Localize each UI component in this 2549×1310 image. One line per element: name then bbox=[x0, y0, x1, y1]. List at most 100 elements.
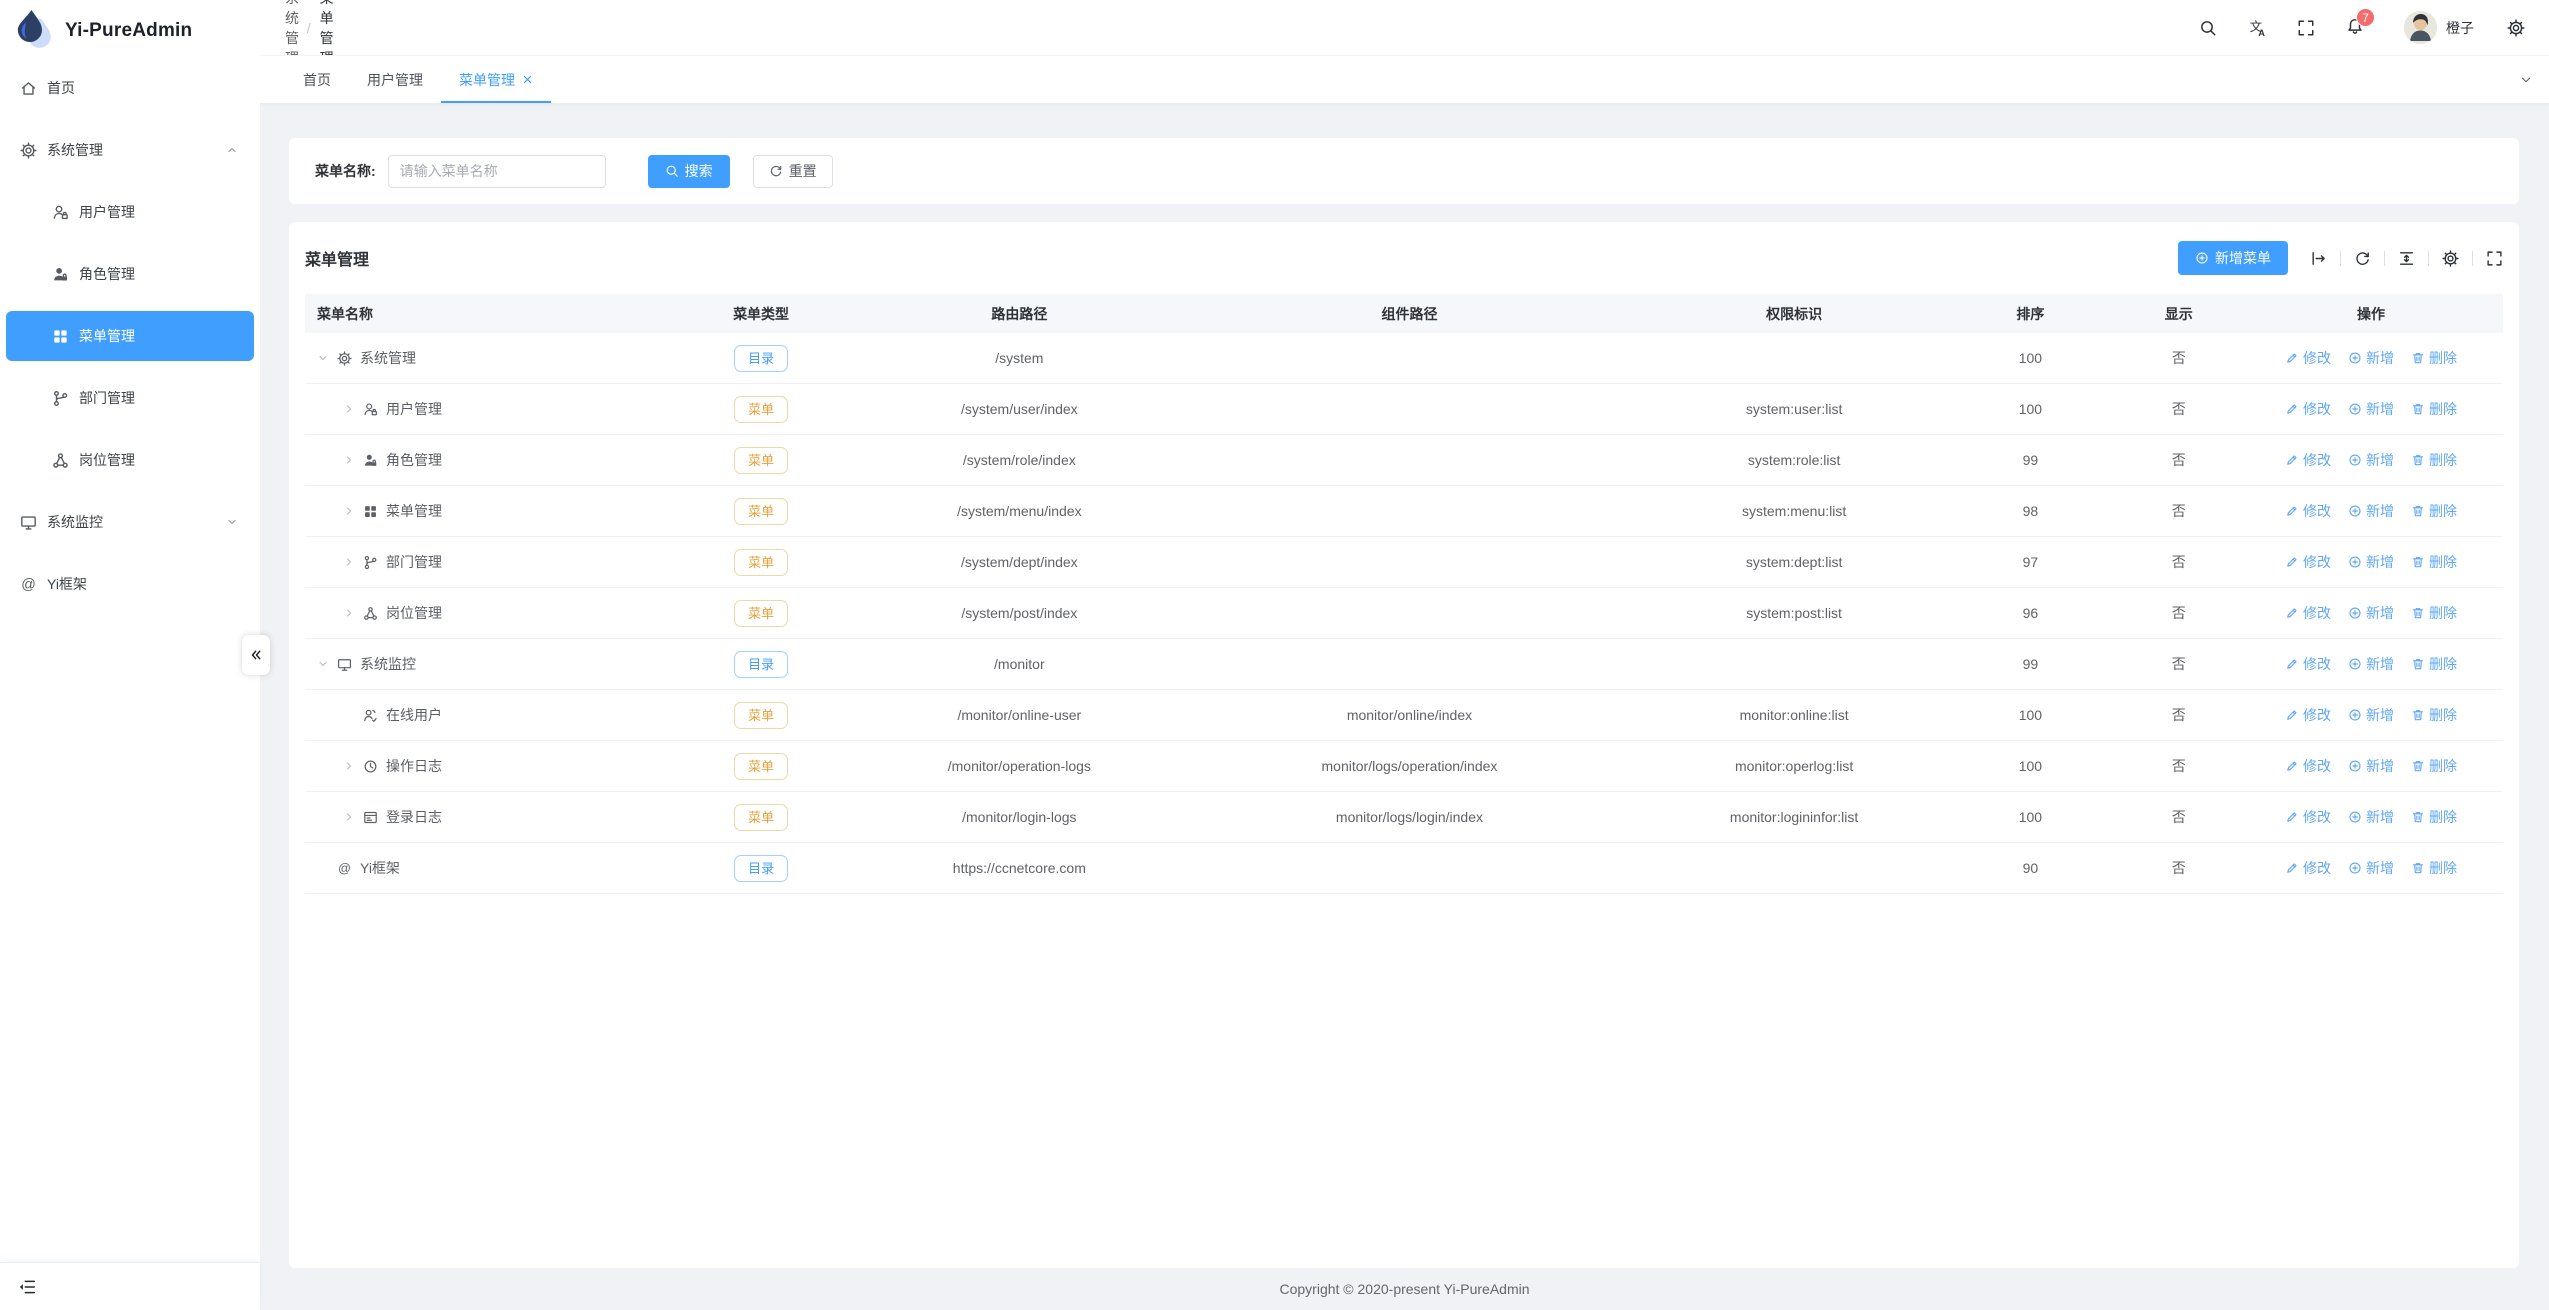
add-link[interactable]: 新增 bbox=[2348, 807, 2394, 827]
table-body: 系统管理 目录 /system 100 否 修改 新增 删除 用户管理 菜单 /… bbox=[305, 333, 2503, 894]
edit-link[interactable]: 修改 bbox=[2285, 654, 2331, 674]
add-link[interactable]: 新增 bbox=[2348, 654, 2394, 674]
monitor-icon bbox=[20, 514, 37, 531]
show-flag: 否 bbox=[2118, 705, 2239, 725]
add-link[interactable]: 新增 bbox=[2348, 603, 2394, 623]
expandcol-icon[interactable] bbox=[2310, 250, 2327, 267]
delete-link[interactable]: 删除 bbox=[2411, 858, 2457, 878]
tabs-more-chevron-icon[interactable] bbox=[2519, 73, 2533, 87]
delete-link[interactable]: 删除 bbox=[2411, 756, 2457, 776]
search-icon[interactable] bbox=[2199, 19, 2217, 37]
sidebar-item-yi[interactable]: @ Yi框架 bbox=[6, 559, 254, 609]
add-link[interactable]: 新增 bbox=[2348, 501, 2394, 521]
show-flag: 否 bbox=[2118, 654, 2239, 674]
menu-name-input[interactable] bbox=[388, 155, 606, 188]
tab-用户管理[interactable]: 用户管理 bbox=[349, 56, 441, 103]
table-row[interactable]: 用户管理 菜单 /system/user/index system:user:l… bbox=[305, 384, 2503, 435]
tab-label: 菜单管理 bbox=[459, 70, 515, 90]
delete-link[interactable]: 删除 bbox=[2411, 450, 2457, 470]
tree-expand-icon[interactable] bbox=[343, 760, 355, 772]
edit-link[interactable]: 修改 bbox=[2285, 348, 2331, 368]
delete-link[interactable]: 删除 bbox=[2411, 501, 2457, 521]
edit-link[interactable]: 修改 bbox=[2285, 858, 2331, 878]
gear-icon[interactable] bbox=[2442, 250, 2459, 267]
table-row[interactable]: 部门管理 菜单 /system/dept/index system:dept:l… bbox=[305, 537, 2503, 588]
add-link[interactable]: 新增 bbox=[2348, 552, 2394, 572]
edit-link[interactable]: 修改 bbox=[2285, 603, 2331, 623]
sort-value: 98 bbox=[1942, 503, 2118, 519]
fullscreen-icon[interactable] bbox=[2297, 19, 2315, 37]
tab-首页[interactable]: 首页 bbox=[285, 56, 349, 103]
delete-link[interactable]: 删除 bbox=[2411, 705, 2457, 725]
edit-link[interactable]: 修改 bbox=[2285, 552, 2331, 572]
tree-expand-icon[interactable] bbox=[343, 709, 355, 721]
tree-expand-icon[interactable] bbox=[317, 352, 329, 364]
column-header: 权限标识 bbox=[1646, 304, 1943, 324]
avatar[interactable] bbox=[2404, 11, 2437, 44]
delete-link[interactable]: 删除 bbox=[2411, 807, 2457, 827]
table-row[interactable]: 菜单管理 菜单 /system/menu/index system:menu:l… bbox=[305, 486, 2503, 537]
tree-expand-icon[interactable] bbox=[343, 811, 355, 823]
fullscreen-icon[interactable] bbox=[2486, 250, 2503, 267]
tree-expand-icon[interactable] bbox=[343, 454, 355, 466]
edit-link[interactable]: 修改 bbox=[2285, 450, 2331, 470]
tree-expand-icon[interactable] bbox=[343, 556, 355, 568]
add-link[interactable]: 新增 bbox=[2348, 858, 2394, 878]
svg-text:A: A bbox=[2258, 27, 2265, 36]
translate-icon[interactable]: 文A bbox=[2248, 19, 2266, 37]
edit-link[interactable]: 修改 bbox=[2285, 705, 2331, 725]
delete-link[interactable]: 删除 bbox=[2411, 603, 2457, 623]
search-button[interactable]: 搜索 bbox=[648, 155, 730, 188]
tab-菜单管理[interactable]: 菜单管理 bbox=[441, 56, 551, 103]
tree-expand-icon[interactable] bbox=[317, 658, 329, 670]
app-logo[interactable]: Yi-PureAdmin bbox=[0, 0, 260, 62]
sidebar-item-user[interactable]: 用户管理 bbox=[6, 187, 254, 237]
settings-gear-icon[interactable] bbox=[2507, 19, 2525, 37]
panel-title: 菜单管理 bbox=[305, 246, 369, 270]
table-row[interactable]: 系统管理 目录 /system 100 否 修改 新增 删除 bbox=[305, 333, 2503, 384]
tree-expand-icon[interactable] bbox=[343, 505, 355, 517]
delete-link[interactable]: 删除 bbox=[2411, 348, 2457, 368]
tree-expand-icon[interactable] bbox=[343, 403, 355, 415]
add-link[interactable]: 新增 bbox=[2348, 705, 2394, 725]
add-menu-button[interactable]: 新增菜单 bbox=[2178, 241, 2288, 275]
sidebar-item-dept[interactable]: 部门管理 bbox=[6, 373, 254, 423]
add-link[interactable]: 新增 bbox=[2348, 450, 2394, 470]
permission-key: system:user:list bbox=[1646, 401, 1943, 417]
table-row[interactable]: 登录日志 菜单 /monitor/login-logs monitor/logs… bbox=[305, 792, 2503, 843]
table-row[interactable]: 角色管理 菜单 /system/role/index system:role:l… bbox=[305, 435, 2503, 486]
sidebar-item-role[interactable]: 角色管理 bbox=[6, 249, 254, 299]
username[interactable]: 橙子 bbox=[2446, 18, 2474, 38]
sidebar-item-post[interactable]: 岗位管理 bbox=[6, 435, 254, 485]
edit-link[interactable]: 修改 bbox=[2285, 807, 2331, 827]
sidebar-item-system[interactable]: 系统管理 bbox=[6, 125, 254, 175]
delete-link[interactable]: 删除 bbox=[2411, 552, 2457, 572]
sidebar-item-menu[interactable]: 菜单管理 bbox=[6, 311, 254, 361]
edit-link[interactable]: 修改 bbox=[2285, 399, 2331, 419]
sidebar-item-monitor[interactable]: 系统监控 bbox=[6, 497, 254, 547]
add-link[interactable]: 新增 bbox=[2348, 756, 2394, 776]
sidebar-collapse-button[interactable] bbox=[242, 635, 270, 675]
menu-fold-icon[interactable] bbox=[18, 1278, 36, 1296]
delete-link[interactable]: 删除 bbox=[2411, 399, 2457, 419]
sidebar-item-home[interactable]: 首页 bbox=[6, 63, 254, 113]
tree-expand-icon[interactable] bbox=[343, 607, 355, 619]
table-row[interactable]: 操作日志 菜单 /monitor/operation-logs monitor/… bbox=[305, 741, 2503, 792]
add-link[interactable]: 新增 bbox=[2348, 399, 2394, 419]
delete-link[interactable]: 删除 bbox=[2411, 654, 2457, 674]
edit-link[interactable]: 修改 bbox=[2285, 756, 2331, 776]
edit-link[interactable]: 修改 bbox=[2285, 501, 2331, 521]
reset-button[interactable]: 重置 bbox=[753, 155, 833, 188]
density-icon[interactable] bbox=[2398, 250, 2415, 267]
table-row[interactable]: @ Yi框架 目录 https://ccnetcore.com 90 否 修改 … bbox=[305, 843, 2503, 894]
route-path: /system bbox=[865, 350, 1173, 366]
add-link[interactable]: 新增 bbox=[2348, 348, 2394, 368]
tree-expand-icon[interactable] bbox=[317, 862, 329, 874]
notifications-button[interactable]: 7 bbox=[2346, 17, 2364, 38]
refresh-icon[interactable] bbox=[2354, 250, 2371, 267]
table-row[interactable]: 系统监控 目录 /monitor 99 否 修改 新增 删除 bbox=[305, 639, 2503, 690]
table-row[interactable]: 岗位管理 菜单 /system/post/index system:post:l… bbox=[305, 588, 2503, 639]
table-row[interactable]: 在线用户 菜单 /monitor/online-user monitor/onl… bbox=[305, 690, 2503, 741]
close-icon[interactable] bbox=[522, 74, 533, 85]
plus-circle-icon bbox=[2348, 606, 2362, 620]
